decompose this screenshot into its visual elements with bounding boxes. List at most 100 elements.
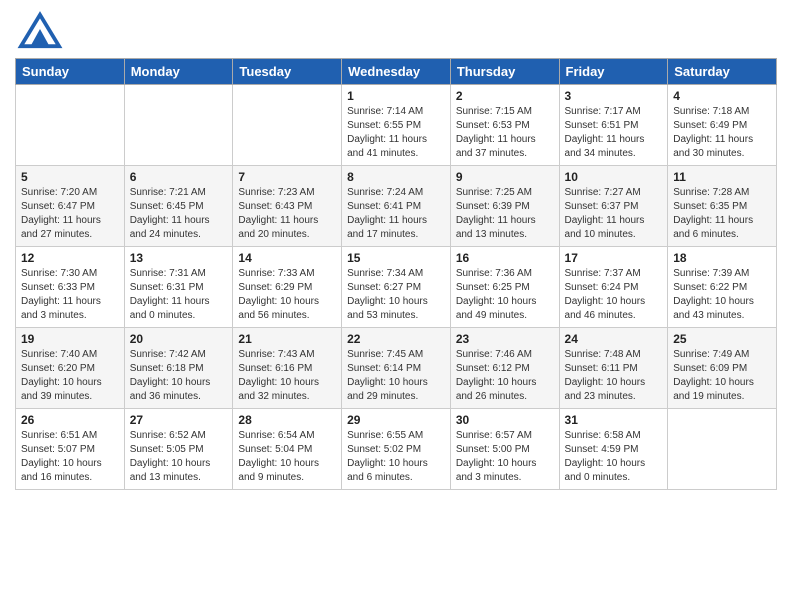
day-info: Sunrise: 7:17 AM Sunset: 6:51 PM Dayligh… xyxy=(565,105,663,161)
day-number: 5 xyxy=(21,170,119,184)
calendar-cell: 22 Sunrise: 7:45 AM Sunset: 6:14 PM Dayli… xyxy=(342,328,451,409)
calendar-cell: 15Sunrise: 7:34 AM Sunset: 6:27 PM Dayli… xyxy=(342,247,451,328)
calendar-cell: 31 Sunrise: 6:58 AM Sunset: 4:59 PM Dayli… xyxy=(559,409,668,490)
calendar-cell: 14 Sunrise: 7:33 AM Sunset: 6:29 PM Dayli… xyxy=(233,247,342,328)
day-info: Sunrise: 7:24 AM Sunset: 6:41 PM Dayligh… xyxy=(347,186,445,242)
day-info: Sunrise: 7:40 AM Sunset: 6:20 PM Dayligh… xyxy=(21,348,119,404)
day-info: Sunrise: 7:37 AM Sunset: 6:24 PM Dayligh… xyxy=(565,267,663,323)
weekday-header-sunday: Sunday xyxy=(16,59,125,85)
calendar-cell: 13Sunrise: 7:31 AM Sunset: 6:31 PM Dayli… xyxy=(124,247,233,328)
day-number: 16 xyxy=(456,251,554,265)
calendar-cell: 7 Sunrise: 7:23 AM Sunset: 6:43 PM Daylig… xyxy=(233,166,342,247)
calendar-cell: 8 Sunrise: 7:24 AM Sunset: 6:41 PM Daylig… xyxy=(342,166,451,247)
week-row-2: 5 Sunrise: 7:20 AM Sunset: 6:47 PM Daylig… xyxy=(16,166,777,247)
day-number: 2 xyxy=(456,89,554,103)
day-info: Sunrise: 7:34 AM Sunset: 6:27 PM Dayligh… xyxy=(347,267,445,323)
day-number: 24 xyxy=(565,332,663,346)
day-number: 14 xyxy=(238,251,336,265)
calendar-cell: 18 Sunrise: 7:39 AM Sunset: 6:22 PM Dayli… xyxy=(668,247,777,328)
calendar-cell: 24 Sunrise: 7:48 AM Sunset: 6:11 PM Dayli… xyxy=(559,328,668,409)
day-info: Sunrise: 7:27 AM Sunset: 6:37 PM Dayligh… xyxy=(565,186,663,242)
day-info: Sunrise: 7:21 AM Sunset: 6:45 PM Dayligh… xyxy=(130,186,228,242)
day-info: Sunrise: 6:58 AM Sunset: 4:59 PM Dayligh… xyxy=(565,429,663,485)
day-number: 25 xyxy=(673,332,771,346)
day-number: 10 xyxy=(565,170,663,184)
weekday-header-monday: Monday xyxy=(124,59,233,85)
day-info: Sunrise: 7:14 AM Sunset: 6:55 PM Dayligh… xyxy=(347,105,445,161)
day-info: Sunrise: 7:48 AM Sunset: 6:11 PM Dayligh… xyxy=(565,348,663,404)
calendar-cell: 25 Sunrise: 7:49 AM Sunset: 6:09 PM Dayli… xyxy=(668,328,777,409)
week-row-5: 26 Sunrise: 6:51 AM Sunset: 5:07 PM Dayli… xyxy=(16,409,777,490)
header xyxy=(15,10,777,50)
calendar-cell xyxy=(16,85,125,166)
day-info: Sunrise: 7:42 AM Sunset: 6:18 PM Dayligh… xyxy=(130,348,228,404)
day-number: 28 xyxy=(238,413,336,427)
day-number: 1 xyxy=(347,89,445,103)
calendar-cell: 16 Sunrise: 7:36 AM Sunset: 6:25 PM Dayli… xyxy=(450,247,559,328)
logo xyxy=(15,10,69,50)
weekday-header-saturday: Saturday xyxy=(668,59,777,85)
calendar-cell: 19 Sunrise: 7:40 AM Sunset: 6:20 PM Dayli… xyxy=(16,328,125,409)
weekday-header-tuesday: Tuesday xyxy=(233,59,342,85)
day-info: Sunrise: 7:28 AM Sunset: 6:35 PM Dayligh… xyxy=(673,186,771,242)
calendar-cell: 29Sunrise: 6:55 AM Sunset: 5:02 PM Dayli… xyxy=(342,409,451,490)
day-info: Sunrise: 7:49 AM Sunset: 6:09 PM Dayligh… xyxy=(673,348,771,404)
day-number: 18 xyxy=(673,251,771,265)
week-row-3: 12 Sunrise: 7:30 AM Sunset: 6:33 PM Dayli… xyxy=(16,247,777,328)
calendar-cell: 23 Sunrise: 7:46 AM Sunset: 6:12 PM Dayli… xyxy=(450,328,559,409)
calendar-cell xyxy=(668,409,777,490)
calendar-cell: 11 Sunrise: 7:28 AM Sunset: 6:35 PM Dayli… xyxy=(668,166,777,247)
day-number: 20 xyxy=(130,332,228,346)
calendar-cell: 2 Sunrise: 7:15 AM Sunset: 6:53 PM Daylig… xyxy=(450,85,559,166)
day-number: 19 xyxy=(21,332,119,346)
weekday-header-row: SundayMondayTuesdayWednesdayThursdayFrid… xyxy=(16,59,777,85)
day-info: Sunrise: 7:18 AM Sunset: 6:49 PM Dayligh… xyxy=(673,105,771,161)
day-number: 31 xyxy=(565,413,663,427)
logo-icon xyxy=(15,10,65,50)
calendar-cell: 20 Sunrise: 7:42 AM Sunset: 6:18 PM Dayli… xyxy=(124,328,233,409)
day-info: Sunrise: 7:15 AM Sunset: 6:53 PM Dayligh… xyxy=(456,105,554,161)
day-number: 12 xyxy=(21,251,119,265)
day-number: 8 xyxy=(347,170,445,184)
day-info: Sunrise: 6:57 AM Sunset: 5:00 PM Dayligh… xyxy=(456,429,554,485)
week-row-1: 1 Sunrise: 7:14 AM Sunset: 6:55 PM Daylig… xyxy=(16,85,777,166)
day-info: Sunrise: 7:39 AM Sunset: 6:22 PM Dayligh… xyxy=(673,267,771,323)
day-info: Sunrise: 7:45 AM Sunset: 6:14 PM Dayligh… xyxy=(347,348,445,404)
day-number: 17 xyxy=(565,251,663,265)
calendar-cell xyxy=(233,85,342,166)
calendar-cell: 4 Sunrise: 7:18 AM Sunset: 6:49 PM Daylig… xyxy=(668,85,777,166)
calendar-cell: 12 Sunrise: 7:30 AM Sunset: 6:33 PM Dayli… xyxy=(16,247,125,328)
day-info: Sunrise: 7:46 AM Sunset: 6:12 PM Dayligh… xyxy=(456,348,554,404)
day-number: 26 xyxy=(21,413,119,427)
day-info: Sunrise: 7:36 AM Sunset: 6:25 PM Dayligh… xyxy=(456,267,554,323)
calendar-cell: 5 Sunrise: 7:20 AM Sunset: 6:47 PM Daylig… xyxy=(16,166,125,247)
calendar: SundayMondayTuesdayWednesdayThursdayFrid… xyxy=(15,58,777,490)
day-number: 23 xyxy=(456,332,554,346)
day-number: 21 xyxy=(238,332,336,346)
week-row-4: 19 Sunrise: 7:40 AM Sunset: 6:20 PM Dayli… xyxy=(16,328,777,409)
day-info: Sunrise: 6:51 AM Sunset: 5:07 PM Dayligh… xyxy=(21,429,119,485)
calendar-cell: 17 Sunrise: 7:37 AM Sunset: 6:24 PM Dayli… xyxy=(559,247,668,328)
day-info: Sunrise: 7:33 AM Sunset: 6:29 PM Dayligh… xyxy=(238,267,336,323)
calendar-cell: 26 Sunrise: 6:51 AM Sunset: 5:07 PM Dayli… xyxy=(16,409,125,490)
day-number: 9 xyxy=(456,170,554,184)
calendar-cell: 28 Sunrise: 6:54 AM Sunset: 5:04 PM Dayli… xyxy=(233,409,342,490)
day-number: 11 xyxy=(673,170,771,184)
page: SundayMondayTuesdayWednesdayThursdayFrid… xyxy=(0,0,792,505)
weekday-header-thursday: Thursday xyxy=(450,59,559,85)
day-number: 22 xyxy=(347,332,445,346)
calendar-cell xyxy=(124,85,233,166)
day-info: Sunrise: 6:54 AM Sunset: 5:04 PM Dayligh… xyxy=(238,429,336,485)
day-info: Sunrise: 7:25 AM Sunset: 6:39 PM Dayligh… xyxy=(456,186,554,242)
calendar-cell: 21Sunrise: 7:43 AM Sunset: 6:16 PM Dayli… xyxy=(233,328,342,409)
calendar-cell: 30Sunrise: 6:57 AM Sunset: 5:00 PM Dayli… xyxy=(450,409,559,490)
day-number: 6 xyxy=(130,170,228,184)
day-info: Sunrise: 7:30 AM Sunset: 6:33 PM Dayligh… xyxy=(21,267,119,323)
day-info: Sunrise: 7:20 AM Sunset: 6:47 PM Dayligh… xyxy=(21,186,119,242)
day-number: 4 xyxy=(673,89,771,103)
day-info: Sunrise: 7:23 AM Sunset: 6:43 PM Dayligh… xyxy=(238,186,336,242)
calendar-cell: 9 Sunrise: 7:25 AM Sunset: 6:39 PM Daylig… xyxy=(450,166,559,247)
calendar-cell: 6 Sunrise: 7:21 AM Sunset: 6:45 PM Daylig… xyxy=(124,166,233,247)
day-number: 27 xyxy=(130,413,228,427)
day-number: 7 xyxy=(238,170,336,184)
